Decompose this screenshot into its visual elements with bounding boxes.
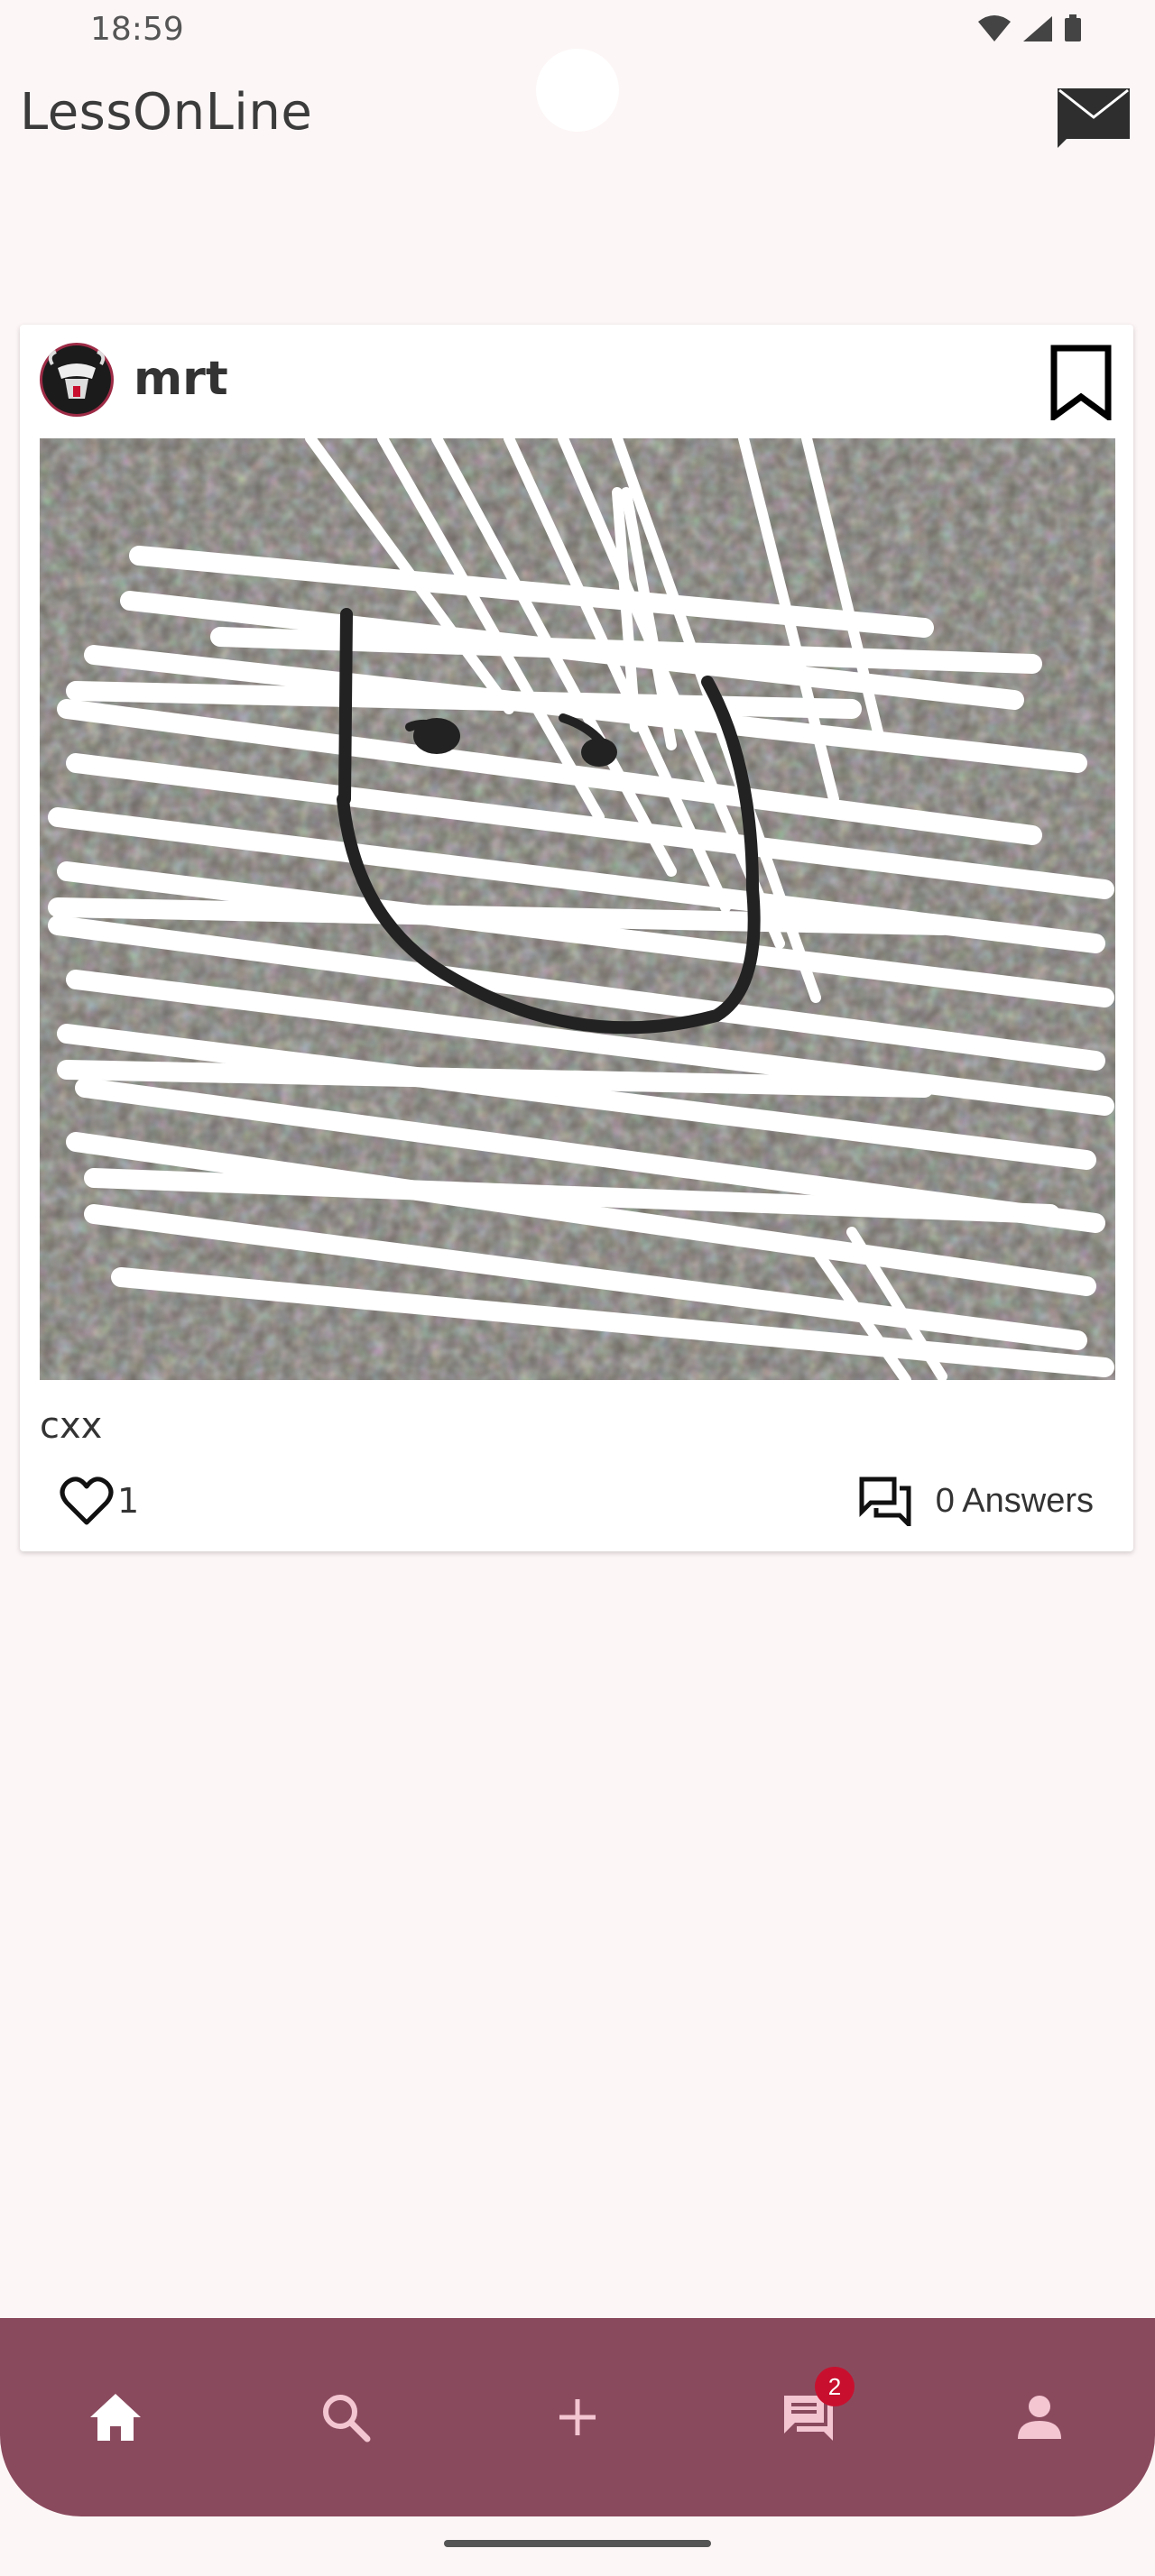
bookmark-button[interactable] xyxy=(1049,345,1113,423)
post-caption: cxx xyxy=(40,1405,103,1447)
search-icon xyxy=(323,2395,371,2443)
home-icon xyxy=(90,2394,141,2441)
drawing-image xyxy=(40,438,1115,1380)
home-indicator[interactable] xyxy=(444,2540,711,2547)
bookmark-icon xyxy=(1050,345,1112,423)
nav-home[interactable] xyxy=(79,2381,152,2453)
bull-avatar-icon xyxy=(42,345,111,414)
envelope-icon xyxy=(1058,88,1130,148)
heart-icon xyxy=(60,1477,114,1525)
camera-cutout xyxy=(536,49,619,132)
answers-count: 0 Answers xyxy=(935,1481,1094,1520)
like-button[interactable]: 1 xyxy=(60,1476,139,1526)
add-icon xyxy=(559,2399,596,2435)
post-author[interactable]: mrt xyxy=(134,352,228,406)
wifi-icon xyxy=(978,15,1011,41)
app-title: LessOnLine xyxy=(20,83,313,142)
messages-badge: 2 xyxy=(815,2367,855,2406)
nav-profile[interactable] xyxy=(1003,2381,1076,2453)
status-icons xyxy=(976,14,1083,43)
post-card[interactable]: mrt cxx 1 0 Answers xyxy=(20,325,1133,1551)
profile-icon xyxy=(1018,2396,1061,2439)
forum-icon xyxy=(859,1477,911,1526)
like-count: 1 xyxy=(117,1481,140,1521)
nav-add[interactable] xyxy=(541,2381,614,2453)
messages-envelope-button[interactable] xyxy=(1056,87,1132,150)
answers-button[interactable]: 0 Answers xyxy=(858,1476,1094,1526)
post-image[interactable] xyxy=(40,438,1115,1380)
nav-messages[interactable]: 2 xyxy=(772,2367,855,2453)
battery-icon xyxy=(1065,14,1081,41)
nav-search[interactable] xyxy=(310,2381,382,2453)
status-time: 18:59 xyxy=(90,11,184,48)
author-avatar[interactable] xyxy=(40,343,114,417)
signal-icon xyxy=(1023,16,1052,41)
bottom-navigation: 2 xyxy=(0,2318,1155,2516)
